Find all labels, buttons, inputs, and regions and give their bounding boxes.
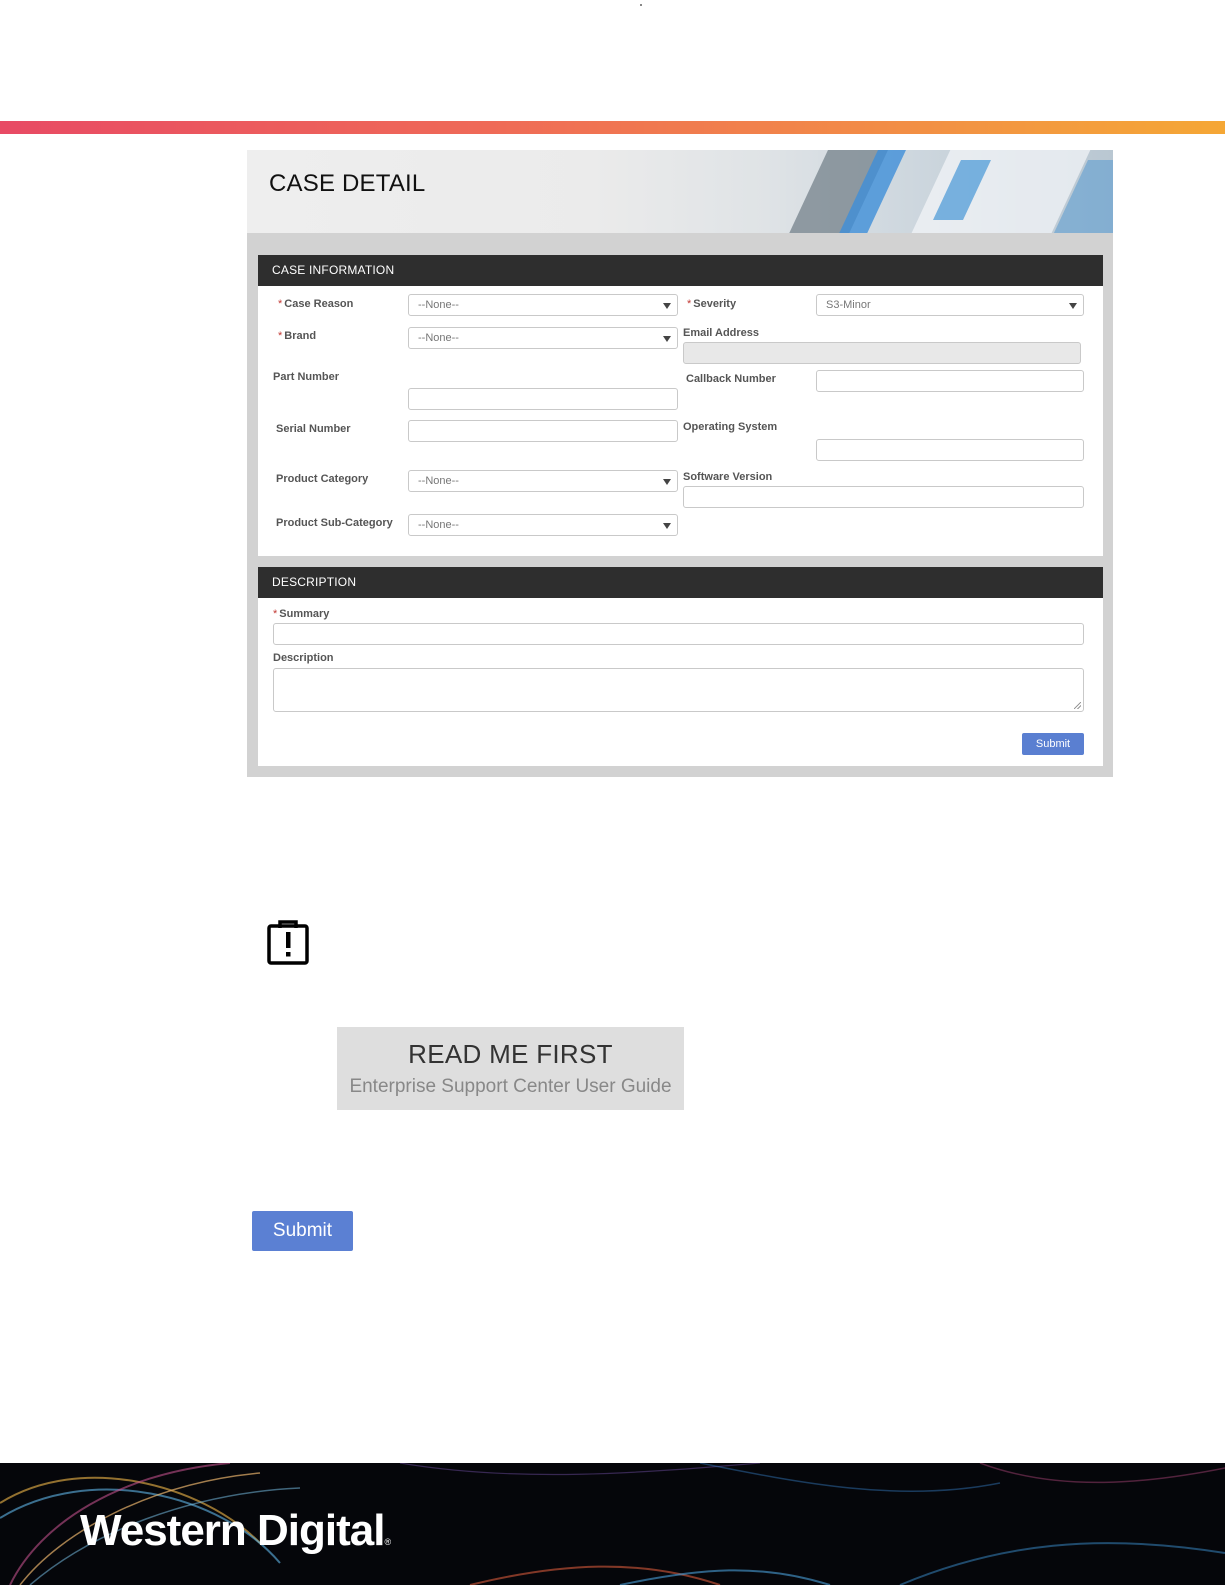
footer-banner: Western Digital®	[0, 1463, 1225, 1585]
required-marker: *	[273, 608, 278, 620]
part-number-input[interactable]	[408, 388, 678, 410]
description-textarea[interactable]	[273, 668, 1084, 712]
summary-label: * Summary	[273, 608, 330, 620]
read-me-first-banner[interactable]: READ ME FIRST Enterprise Support Center …	[337, 1027, 684, 1110]
dropdown-arrow-icon	[1069, 303, 1077, 309]
dropdown-arrow-icon	[663, 479, 671, 485]
product-category-label: Product Category	[276, 473, 369, 485]
email-address-input	[683, 342, 1081, 364]
brand-select[interactable]: --None--	[408, 327, 678, 349]
case-information-section: CASE INFORMATION * Case Reason --None-- *…	[258, 255, 1103, 556]
resize-handle-icon[interactable]	[1074, 702, 1081, 709]
dropdown-arrow-icon	[663, 523, 671, 529]
serial-number-input[interactable]	[408, 420, 678, 442]
dropdown-arrow-icon	[663, 303, 671, 309]
operating-system-input[interactable]	[816, 439, 1084, 461]
email-address-label: Email Address	[683, 327, 760, 339]
case-detail-banner: CASE DETAIL	[247, 150, 1113, 233]
required-marker: *	[278, 330, 283, 342]
accent-gradient-bar	[0, 121, 1225, 134]
page-title: CASE DETAIL	[269, 170, 426, 197]
operating-system-label: Operating System	[683, 421, 778, 433]
required-marker: *	[278, 298, 283, 310]
product-sub-category-label: Product Sub-Category	[276, 517, 393, 529]
top-mark	[640, 4, 642, 6]
callback-number-label: Callback Number	[686, 373, 776, 385]
severity-select[interactable]: S3-Minor	[816, 294, 1084, 316]
required-marker: *	[687, 298, 692, 310]
product-sub-category-select[interactable]: --None--	[408, 514, 678, 536]
part-number-label: Part Number	[273, 371, 340, 383]
case-detail-screenshot: CASE DETAIL CASE INFORMATION * Case Reaso…	[247, 150, 1113, 777]
form-submit-button[interactable]: Submit	[1022, 733, 1084, 755]
dropdown-arrow-icon	[663, 336, 671, 342]
serial-number-label: Serial Number	[276, 423, 351, 435]
brand-label: * Brand	[278, 330, 317, 342]
submit-button[interactable]: Submit	[252, 1211, 353, 1251]
description-label: Description	[273, 652, 334, 664]
read-me-title: READ ME FIRST	[408, 1039, 613, 1069]
software-version-input[interactable]	[683, 486, 1084, 508]
product-category-select[interactable]: --None--	[408, 470, 678, 492]
section-header: CASE INFORMATION	[258, 255, 1103, 286]
case-reason-select[interactable]: --None--	[408, 294, 678, 316]
clipboard-alert-icon	[267, 920, 309, 965]
read-me-subtitle: Enterprise Support Center User Guide	[349, 1076, 672, 1097]
case-reason-label: * Case Reason	[278, 298, 354, 310]
callback-number-input[interactable]	[816, 370, 1084, 392]
severity-label: * Severity	[687, 298, 737, 310]
description-section: DESCRIPTION * Summary Description Submit	[258, 567, 1103, 766]
software-version-label: Software Version	[683, 471, 773, 483]
western-digital-logo: Western Digital®	[80, 1506, 391, 1555]
section-header: DESCRIPTION	[258, 567, 1103, 598]
summary-input[interactable]	[273, 623, 1084, 645]
